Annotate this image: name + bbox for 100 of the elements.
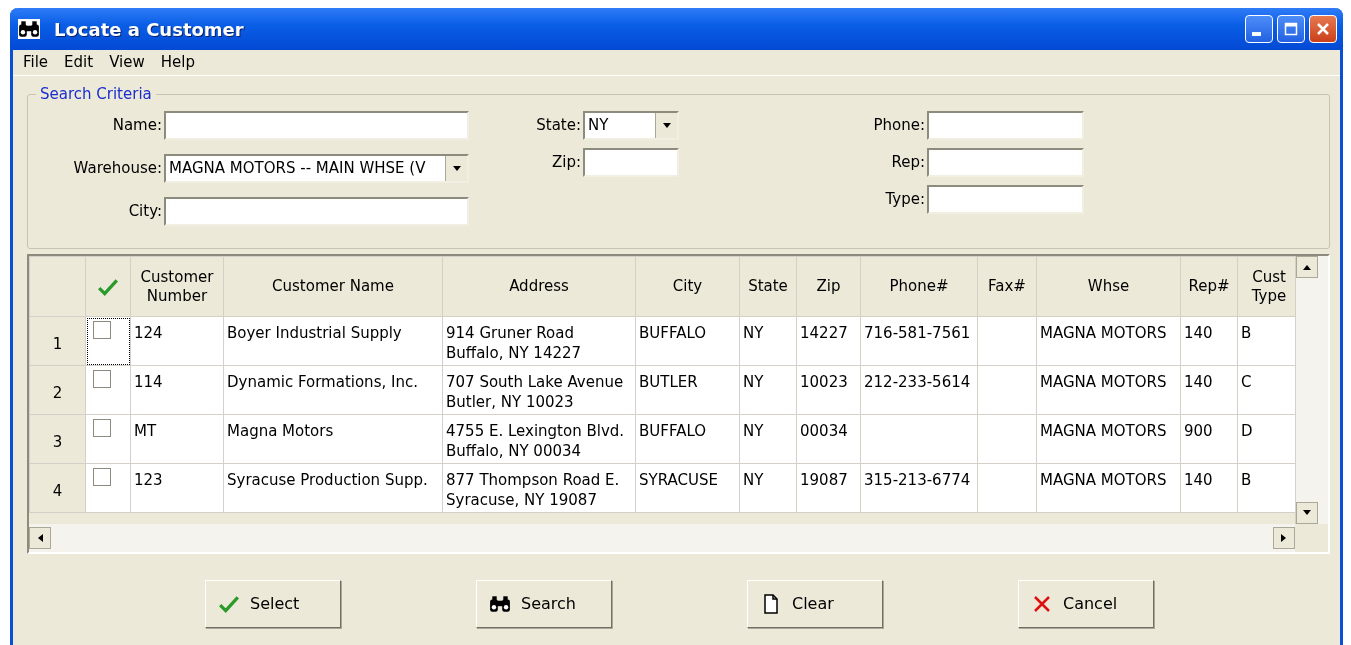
table-cell: NY bbox=[743, 422, 764, 440]
field-label: Rep: bbox=[891, 152, 925, 174]
checkbox-cell[interactable] bbox=[85, 316, 131, 366]
input-field[interactable] bbox=[927, 148, 1084, 177]
input-field[interactable] bbox=[164, 111, 469, 140]
cancel-button[interactable]: Cancel bbox=[1018, 580, 1154, 628]
table-cell-text: 707 South Lake Avenue Butler, NY 10023 bbox=[446, 372, 625, 412]
close-icon bbox=[1316, 22, 1330, 36]
minimize-button[interactable] bbox=[1245, 15, 1273, 43]
checkbox[interactable] bbox=[93, 468, 111, 486]
table-cell: 140 bbox=[1184, 471, 1213, 489]
menu-item[interactable]: Edit bbox=[56, 51, 102, 74]
dropdown-field[interactable]: NY bbox=[583, 111, 679, 140]
table-cell: Magna Motors bbox=[227, 422, 334, 440]
column-header[interactable]: Cust Type bbox=[1237, 256, 1295, 317]
binoculars-icon bbox=[18, 19, 40, 39]
table-cell: 19087 bbox=[800, 471, 848, 489]
down-arrow-icon bbox=[1302, 510, 1312, 516]
column-header[interactable]: Phone# bbox=[860, 256, 978, 317]
scroll-right-button[interactable] bbox=[1273, 527, 1295, 549]
row-number: 4 bbox=[29, 463, 86, 513]
table-cell-text: 877 Thompson Road E. Syracuse, NY 19087 bbox=[446, 470, 621, 510]
dropdown-field[interactable]: MAGNA MOTORS -- MAIN WHSE (V bbox=[164, 154, 469, 183]
input-field[interactable] bbox=[583, 148, 679, 177]
table-cell-text: 914 Gruner Road Buffalo, NY 14227 bbox=[446, 323, 583, 363]
maximize-icon bbox=[1284, 22, 1298, 36]
checkmark-icon bbox=[97, 277, 119, 296]
input-field[interactable] bbox=[927, 111, 1084, 140]
search-button[interactable]: Search bbox=[476, 580, 612, 628]
column-header[interactable]: City bbox=[635, 256, 740, 317]
input-field[interactable] bbox=[927, 185, 1084, 214]
table-cell: MAGNA MOTORS bbox=[1040, 324, 1167, 342]
minimize-icon bbox=[1252, 32, 1261, 36]
column-header[interactable]: Whse bbox=[1036, 256, 1181, 317]
binoculars-icon bbox=[489, 594, 511, 614]
table-cell: D bbox=[1241, 422, 1253, 440]
table-cell: 123 bbox=[134, 471, 163, 489]
field-label: State: bbox=[536, 115, 581, 137]
row-number: 3 bbox=[29, 414, 86, 464]
horizontal-scrollbar[interactable] bbox=[29, 524, 1295, 552]
table-cell: SYRACUSE bbox=[639, 471, 718, 489]
table-cell: 124 bbox=[134, 324, 163, 342]
column-header[interactable]: State bbox=[739, 256, 797, 317]
field-label: Warehouse: bbox=[73, 158, 162, 180]
checkbox[interactable] bbox=[93, 419, 111, 437]
checkbox-cell[interactable] bbox=[85, 463, 131, 513]
field-value: MAGNA MOTORS -- MAIN WHSE (V bbox=[169, 158, 426, 180]
table-cell-text: 4755 E. Lexington Blvd. Buffalo, NY 00034 bbox=[446, 421, 626, 461]
table-cell: NY bbox=[743, 373, 764, 391]
menu-item[interactable]: Help bbox=[152, 51, 203, 74]
close-button[interactable] bbox=[1309, 15, 1337, 43]
column-header[interactable]: Rep# bbox=[1180, 256, 1238, 317]
scroll-up-button[interactable] bbox=[1296, 256, 1318, 278]
up-arrow-icon bbox=[1302, 264, 1312, 270]
maximize-button[interactable] bbox=[1277, 15, 1305, 43]
column-header[interactable]: Customer Name bbox=[223, 256, 443, 317]
checkmark-icon bbox=[218, 594, 240, 614]
menu-item[interactable]: File bbox=[15, 51, 57, 74]
checkbox[interactable] bbox=[93, 370, 111, 388]
table-cell: 900 bbox=[1184, 422, 1213, 440]
right-arrow-icon bbox=[1281, 533, 1287, 543]
table-cell: 315-213-6774 bbox=[864, 471, 971, 489]
column-header[interactable]: Fax# bbox=[977, 256, 1037, 317]
column-header[interactable]: Address bbox=[442, 256, 636, 317]
table-cell: MT bbox=[134, 422, 157, 440]
scroll-left-button[interactable] bbox=[29, 527, 51, 549]
table-cell: C bbox=[1241, 373, 1252, 391]
field-label: Type: bbox=[885, 189, 925, 211]
table-cell: Dynamic Formations, Inc. bbox=[227, 373, 418, 391]
row-number: 1 bbox=[29, 316, 86, 366]
field-label: Zip: bbox=[551, 152, 581, 174]
table-cell: 10023 bbox=[800, 373, 848, 391]
table-cell: 716-581-7561 bbox=[864, 324, 971, 342]
table-cell: BUTLER bbox=[639, 373, 698, 391]
column-header[interactable]: Customer Number bbox=[130, 256, 224, 317]
field-label: Phone: bbox=[873, 115, 925, 137]
table-cell: BUFFALO bbox=[639, 422, 707, 440]
clear-button[interactable]: Clear bbox=[747, 580, 883, 628]
table-cell: MAGNA MOTORS bbox=[1040, 471, 1167, 489]
table-cell: 212-233-5614 bbox=[864, 373, 971, 391]
column-header[interactable]: Zip bbox=[796, 256, 861, 317]
checkbox-cell[interactable] bbox=[85, 414, 131, 464]
select-button[interactable]: Select bbox=[205, 580, 341, 628]
table-cell: 00034 bbox=[800, 422, 848, 440]
row-number: 2 bbox=[29, 365, 86, 415]
table-cell: MAGNA MOTORS bbox=[1040, 373, 1167, 391]
table-cell: MAGNA MOTORS bbox=[1040, 422, 1167, 440]
vertical-scrollbar[interactable] bbox=[1295, 256, 1328, 524]
checkbox-cell[interactable] bbox=[85, 365, 131, 415]
field-label: City: bbox=[128, 201, 162, 223]
left-arrow-icon bbox=[37, 533, 43, 543]
input-field[interactable] bbox=[164, 197, 469, 226]
table-cell: Syracuse Production Supp. bbox=[227, 471, 428, 489]
table-cell: 140 bbox=[1184, 324, 1213, 342]
table-cell: 114 bbox=[134, 373, 163, 391]
scroll-down-button[interactable] bbox=[1296, 502, 1318, 524]
menu-item[interactable]: View bbox=[101, 51, 153, 74]
checkbox[interactable] bbox=[93, 321, 111, 339]
table-cell: B bbox=[1241, 324, 1252, 342]
close-icon bbox=[1031, 594, 1053, 614]
